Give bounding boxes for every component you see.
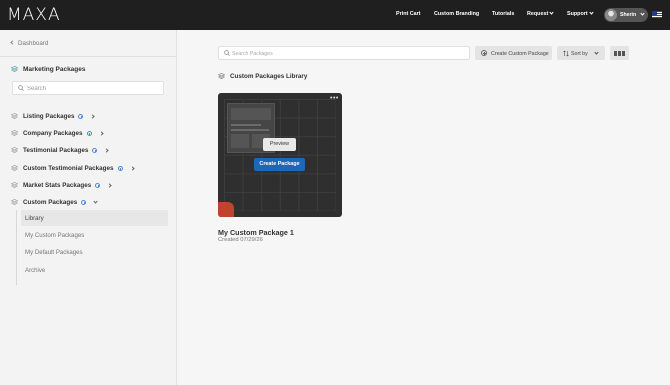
- chevron-down-icon[interactable]: [93, 198, 98, 204]
- sidebar-item-listing-packages[interactable]: Listing Packages: [11, 112, 96, 120]
- sidebar-item-label: Custom Testimonial Packages: [23, 165, 114, 172]
- nav-custom-branding[interactable]: Custom Branding: [434, 11, 479, 17]
- chevron-down-icon: [594, 49, 599, 55]
- sort-by-label: Sort by: [571, 50, 588, 57]
- us-flag-icon[interactable]: [652, 11, 662, 18]
- nav-tutorials[interactable]: Tutorials: [492, 11, 514, 17]
- chevron-right-icon[interactable]: [90, 113, 96, 119]
- thumbnail-block: [231, 108, 271, 120]
- info-icon[interactable]: [81, 199, 87, 205]
- sidebar-search-input[interactable]: [27, 84, 157, 93]
- library-title: Custom Packages Library: [218, 72, 307, 80]
- back-to-dashboard-link[interactable]: Dashboard: [10, 40, 49, 47]
- info-icon[interactable]: [86, 130, 92, 136]
- sidebar-item-label: Listing Packages: [23, 113, 75, 120]
- package-stack-icon: [11, 147, 18, 153]
- preview-button[interactable]: Preview: [263, 138, 296, 151]
- sort-by-dropdown[interactable]: Sort by: [557, 46, 605, 60]
- sidebar-item-custom-packages[interactable]: Custom Packages: [11, 198, 98, 206]
- info-icon[interactable]: [95, 182, 101, 188]
- info-icon[interactable]: [117, 165, 123, 171]
- sidebar-item-market-stats-packages[interactable]: Market Stats Packages: [11, 181, 112, 189]
- package-title[interactable]: My Custom Package 1: [218, 228, 294, 237]
- search-icon: [18, 85, 24, 91]
- divider: [0, 56, 177, 57]
- chevron-right-icon[interactable]: [107, 182, 112, 188]
- sidebar-item-custom-testimonial-packages[interactable]: Custom Testimonial Packages: [11, 164, 135, 172]
- grid-view-icon: [614, 50, 625, 56]
- info-icon[interactable]: [92, 147, 98, 153]
- avatar: [605, 9, 617, 21]
- nav-request-label: Request: [527, 11, 549, 17]
- package-stack-icon: [218, 73, 225, 79]
- nav-print-cart[interactable]: Print Cart: [396, 11, 421, 17]
- create-package-button[interactable]: Create Package: [254, 158, 305, 171]
- package-stack-icon: [11, 165, 18, 171]
- search-icon: [224, 50, 230, 56]
- package-stack-icon: [11, 130, 18, 136]
- package-stack-icon: [11, 199, 18, 205]
- chevron-down-icon: [640, 11, 645, 16]
- card-corner-badge: [218, 202, 234, 217]
- package-search[interactable]: [218, 46, 470, 60]
- package-stack-icon: [11, 182, 18, 188]
- sidebar-item-label: Market Stats Packages: [23, 182, 92, 189]
- top-navigation-bar: MAXA Print Cart Custom Branding Tutorial…: [0, 0, 670, 30]
- sidebar-subitem-my-custom-packages[interactable]: My Custom Packages: [25, 232, 84, 239]
- more-options-icon[interactable]: •••: [330, 95, 339, 102]
- nav-support-label: Support: [567, 11, 588, 17]
- thumbnail-line: [231, 124, 261, 126]
- package-stack-icon: [11, 66, 18, 72]
- back-label: Dashboard: [18, 40, 49, 47]
- info-icon[interactable]: [78, 113, 84, 119]
- sidebar-item-label: Company Packages: [23, 130, 83, 137]
- nav-support[interactable]: Support: [567, 10, 594, 17]
- package-search-input[interactable]: [232, 49, 462, 58]
- chevron-right-icon[interactable]: [104, 147, 109, 153]
- library-title-label: Custom Packages Library: [230, 73, 308, 80]
- chevron-down-icon: [549, 10, 554, 15]
- chevron-right-icon[interactable]: [129, 165, 135, 171]
- chevron-right-icon[interactable]: [98, 130, 104, 136]
- chevron-left-icon: [10, 40, 15, 45]
- thumbnail-line: [231, 129, 269, 131]
- thumbnail-block: [231, 134, 249, 148]
- user-name: Sherin: [620, 12, 637, 18]
- chevron-down-icon: [589, 10, 594, 15]
- package-card[interactable]: •••: [218, 93, 342, 217]
- grid-view-toggle[interactable]: [610, 46, 629, 60]
- user-menu[interactable]: Sherin: [604, 8, 648, 22]
- section-title: Marketing Packages: [11, 65, 86, 73]
- section-title-label: Marketing Packages: [23, 66, 86, 73]
- package-created-date: Created 07/29/26: [218, 237, 263, 243]
- nav-request[interactable]: Request: [527, 10, 554, 17]
- create-custom-package-label: Create Custom Package: [491, 50, 549, 57]
- sidebar-subitem-my-default-packages[interactable]: My Default Packages: [25, 249, 83, 256]
- plus-circle-icon: [481, 49, 487, 56]
- sidebar-item-company-packages[interactable]: Company Packages: [11, 129, 104, 137]
- app-logo[interactable]: MAXA: [7, 5, 61, 25]
- sidebar-item-label: Testimonial Packages: [23, 147, 89, 154]
- package-stack-icon: [11, 113, 18, 119]
- sidebar-search[interactable]: [12, 81, 164, 95]
- sidebar-item-label: Custom Packages: [23, 199, 78, 206]
- sidebar: Dashboard Marketing Packages Listing Pac…: [0, 30, 177, 385]
- sidebar-item-testimonial-packages[interactable]: Testimonial Packages: [11, 146, 109, 154]
- sort-arrows-icon: [563, 50, 569, 56]
- submenu-guide-line: [16, 210, 17, 285]
- sidebar-subitem-library[interactable]: Library: [25, 215, 44, 222]
- sidebar-subitem-archive[interactable]: Archive: [25, 267, 45, 274]
- create-custom-package-button[interactable]: Create Custom Package: [475, 46, 552, 60]
